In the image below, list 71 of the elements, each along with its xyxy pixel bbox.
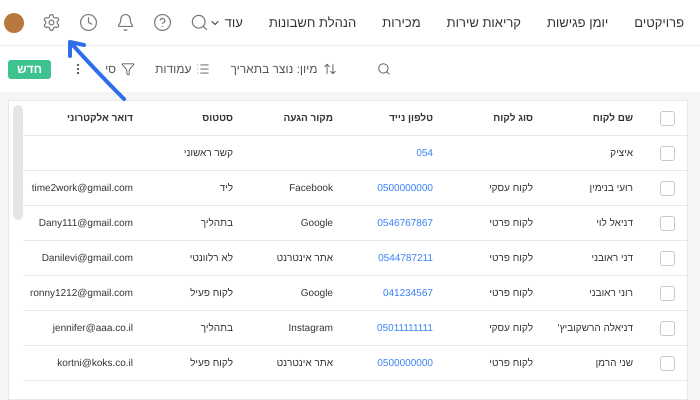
table-cell: kortni@koks.co.il xyxy=(57,358,133,368)
column-header: טלפון נייד xyxy=(389,112,433,124)
column-header: מקור הגעה xyxy=(283,112,333,124)
table-cell: דני ראובני xyxy=(592,252,633,264)
table-cell: לקוח פעיל xyxy=(190,288,233,298)
table-cell: דניאלה הרשקוביץ' xyxy=(558,322,633,334)
checkbox[interactable] xyxy=(660,146,674,160)
checkbox[interactable] xyxy=(660,110,674,126)
table-cell: לקוח עסקי xyxy=(489,182,533,194)
nav-menu-item[interactable]: הנהלת חשבונות xyxy=(268,12,356,32)
nav-menu-item[interactable]: יומן פגישות xyxy=(546,12,608,32)
bell-icon[interactable] xyxy=(116,13,135,32)
phone-link[interactable]: 0544787211 xyxy=(378,252,433,264)
checkbox[interactable] xyxy=(660,356,674,370)
columns-control[interactable]: עמודות xyxy=(155,60,210,78)
table-cell: לקוח פרטי xyxy=(489,218,533,228)
table-cell: רוני ראובני xyxy=(589,288,633,298)
table-cell: לקוח פרטי xyxy=(489,288,533,298)
column-header: שם לקוח xyxy=(592,112,633,124)
phone-link[interactable]: 041234567 xyxy=(382,288,433,298)
table-cell: אתר אינטרנט xyxy=(276,252,333,264)
checkbox[interactable] xyxy=(660,320,674,336)
table-cell: בתהליך xyxy=(200,218,233,228)
table-cell: רועי בנימין xyxy=(590,182,633,194)
column-header: דואר אלקטרוני xyxy=(67,112,133,124)
more-menu[interactable]: עוד xyxy=(208,12,243,32)
column-header: סטטוס xyxy=(202,112,233,124)
table-cell: ronny1212@gmail.com xyxy=(30,288,133,298)
table-cell: שני הרמן xyxy=(596,358,633,368)
table-cell: קשר ראשוני xyxy=(184,148,233,158)
table-cell: לקוח פרטי xyxy=(489,358,533,368)
avatar[interactable] xyxy=(4,12,24,32)
table-cell: Google xyxy=(300,288,333,298)
table-cell: אתר אינטרנט xyxy=(276,358,333,368)
search-icon[interactable] xyxy=(376,62,391,76)
table-cell: לקוח פרטי xyxy=(489,252,533,264)
table-cell: Facebook xyxy=(289,182,333,194)
table-cell: לא רלוונטי xyxy=(190,252,233,264)
table-cell: jennifer@aaa.co.il xyxy=(52,322,133,334)
table-cell: ליד xyxy=(220,182,233,194)
filter-icon xyxy=(121,62,136,76)
filter-control[interactable]: סי xyxy=(105,60,136,78)
table-cell: time2work@gmail.com xyxy=(32,182,133,194)
phone-link[interactable]: 054 xyxy=(416,148,433,158)
table-cell: לקוח פעיל xyxy=(190,358,233,368)
table-cell: Google xyxy=(300,218,333,228)
table-cell: בתהליך xyxy=(200,322,233,334)
sort-control[interactable]: מיון: נוצר בתאריך xyxy=(230,60,337,78)
checkbox[interactable] xyxy=(660,250,674,266)
sort-icon xyxy=(322,62,337,76)
nav-menu-item[interactable]: מכירות xyxy=(382,12,421,32)
phone-link[interactable]: 05011111111 xyxy=(377,322,433,334)
column-header: סוג לקוח xyxy=(493,112,533,124)
nav-menu-item[interactable]: קריאות שירות xyxy=(446,12,521,32)
table-cell: לקוח עסקי xyxy=(489,322,533,334)
checkbox[interactable] xyxy=(660,216,674,230)
settings-icon[interactable] xyxy=(42,13,61,32)
search-icon[interactable] xyxy=(190,13,209,32)
clock-icon[interactable] xyxy=(78,13,98,32)
checkbox[interactable] xyxy=(660,286,674,300)
help-icon[interactable] xyxy=(152,13,172,32)
nav-menu-item[interactable]: פרויקטים xyxy=(634,12,684,32)
table-cell: דניאל לוי xyxy=(596,218,633,228)
phone-link[interactable]: 0500000000 xyxy=(377,358,433,368)
table-cell: Danilevi@gmail.com xyxy=(42,252,133,264)
checkbox[interactable] xyxy=(660,180,674,196)
phone-link[interactable]: 0500000000 xyxy=(377,182,433,194)
phone-link[interactable]: 0546767867 xyxy=(377,218,433,228)
table-cell: Instagram xyxy=(288,322,333,334)
table-cell: Dany111@gmail.com xyxy=(38,218,133,228)
table-cell: איציק xyxy=(610,148,633,158)
